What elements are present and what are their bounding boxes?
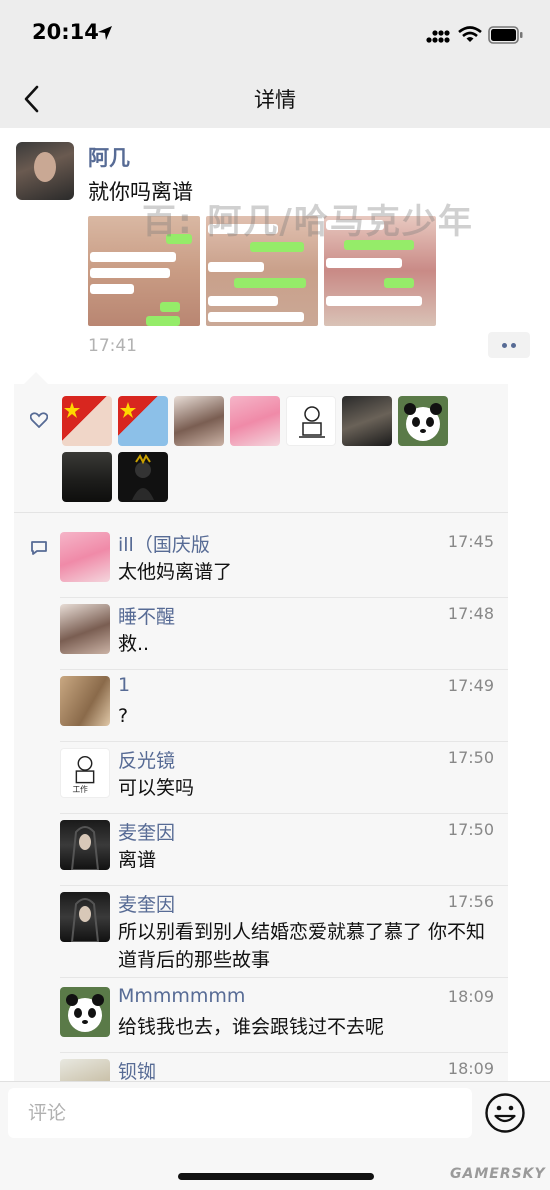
like-avatar-sketch[interactable] — [286, 396, 336, 446]
status-time: 20:14 — [32, 20, 99, 44]
star-icon — [120, 402, 136, 418]
comment-text: 离谱 — [118, 849, 157, 871]
comment-time: 17:45 — [447, 532, 494, 551]
comment-input[interactable] — [8, 1088, 472, 1138]
comment-divider — [60, 669, 508, 670]
comment-time: 18:09 — [447, 1059, 494, 1078]
comment-time: 17:56 — [447, 892, 494, 911]
more-actions-button[interactable] — [488, 332, 530, 358]
star-icon — [64, 402, 80, 418]
comment-author[interactable]: 麦奎因 — [118, 890, 175, 917]
comment-divider — [60, 977, 508, 978]
dot-icon — [511, 342, 516, 348]
sketch-caption: 工作 — [73, 784, 89, 794]
comment-avatar[interactable] — [60, 820, 110, 870]
comment-divider — [60, 741, 508, 742]
comment-author[interactable]: Mmmmmmm — [118, 985, 245, 1007]
panda-face-icon — [404, 403, 442, 441]
likes-divider — [14, 512, 508, 513]
dot-icon — [502, 342, 507, 348]
like-avatar-dark-portrait[interactable] — [342, 396, 392, 446]
page-title: 详情 — [254, 88, 296, 112]
comment-text: 救.. — [118, 633, 150, 655]
site-watermark: GAMERSKY — [450, 1166, 546, 1182]
comment-avatar[interactable]: 工作 — [60, 748, 110, 798]
like-avatar-girl-photo[interactable] — [174, 396, 224, 446]
battery-icon — [488, 26, 523, 44]
comment-time: 17:49 — [447, 676, 494, 695]
comment-text: 可以笑吗 — [118, 777, 195, 799]
like-avatar-flag-sky[interactable] — [118, 396, 168, 446]
like-avatar-flag-anime[interactable] — [62, 396, 112, 446]
heart-icon — [30, 412, 48, 428]
like-avatar-character[interactable] — [118, 452, 168, 502]
post-author-name[interactable]: 阿几 — [88, 142, 130, 172]
comment-avatar[interactable] — [60, 987, 110, 1037]
comment-time: 17:50 — [447, 820, 494, 839]
comment-text: ? — [118, 705, 129, 727]
post-time: 17:41 — [88, 336, 137, 356]
comment-time: 18:09 — [447, 987, 494, 1006]
comment-divider — [60, 885, 508, 886]
comment-time: 17:48 — [447, 604, 494, 623]
like-avatar-anime-pink[interactable] — [230, 396, 280, 446]
comment-input-bar: GAMERSKY — [0, 1081, 550, 1190]
comment-text: 所以别看到别人结婚恋爱就慕了慕了 你不知道背后的那些故事 — [118, 921, 486, 971]
panda-face-icon — [66, 994, 104, 1032]
comment-divider — [60, 597, 508, 598]
wifi-icon — [458, 26, 482, 42]
signal-icon — [426, 30, 450, 43]
sketch-figure-icon — [299, 406, 325, 438]
comment-text: 给钱我也去，谁会跟钱过不去呢 — [118, 1016, 385, 1038]
comment-author[interactable]: 麦奎因 — [118, 818, 175, 845]
comment-avatar[interactable] — [60, 604, 110, 654]
like-avatar-dark-room[interactable] — [62, 452, 112, 502]
image-watermark: 百: 阿几/哈马克少年 — [142, 202, 474, 242]
interaction-panel: ill（国庆版 17:45 太他妈离谱了 睡不醒 17:48 救.. 1 17:… — [14, 384, 508, 1089]
like-avatar-panda[interactable] — [398, 396, 448, 446]
comment-author[interactable]: 钡铷 — [118, 1057, 156, 1084]
comment-time: 17:50 — [447, 748, 494, 767]
nav-bar: 详情 — [0, 70, 550, 128]
panel-caret — [24, 372, 48, 384]
status-bar: 20:14 — [0, 0, 550, 70]
comment-author[interactable]: 1 — [118, 674, 130, 696]
emoji-icon[interactable] — [484, 1092, 526, 1134]
nun-figure-icon — [70, 898, 100, 942]
comment-divider — [60, 1052, 508, 1053]
location-arrow-icon — [98, 26, 112, 40]
home-indicator — [178, 1173, 374, 1180]
comment-author[interactable]: 反光镜 — [118, 746, 175, 773]
comment-avatar[interactable] — [60, 892, 110, 942]
comment-avatar[interactable] — [60, 676, 110, 726]
post-author-avatar[interactable] — [16, 142, 74, 200]
nun-figure-icon — [70, 826, 100, 870]
sketch-figure-icon: 工作 — [73, 755, 95, 794]
character-figure-icon — [132, 454, 154, 500]
comment-author[interactable]: 睡不醒 — [118, 602, 175, 629]
comment-bubble-icon — [31, 541, 47, 555]
comment-avatar[interactable] — [60, 532, 110, 582]
comment-author[interactable]: ill（国庆版 — [118, 530, 210, 557]
comment-divider — [60, 813, 508, 814]
comment-text: 太他妈离谱了 — [118, 561, 233, 583]
